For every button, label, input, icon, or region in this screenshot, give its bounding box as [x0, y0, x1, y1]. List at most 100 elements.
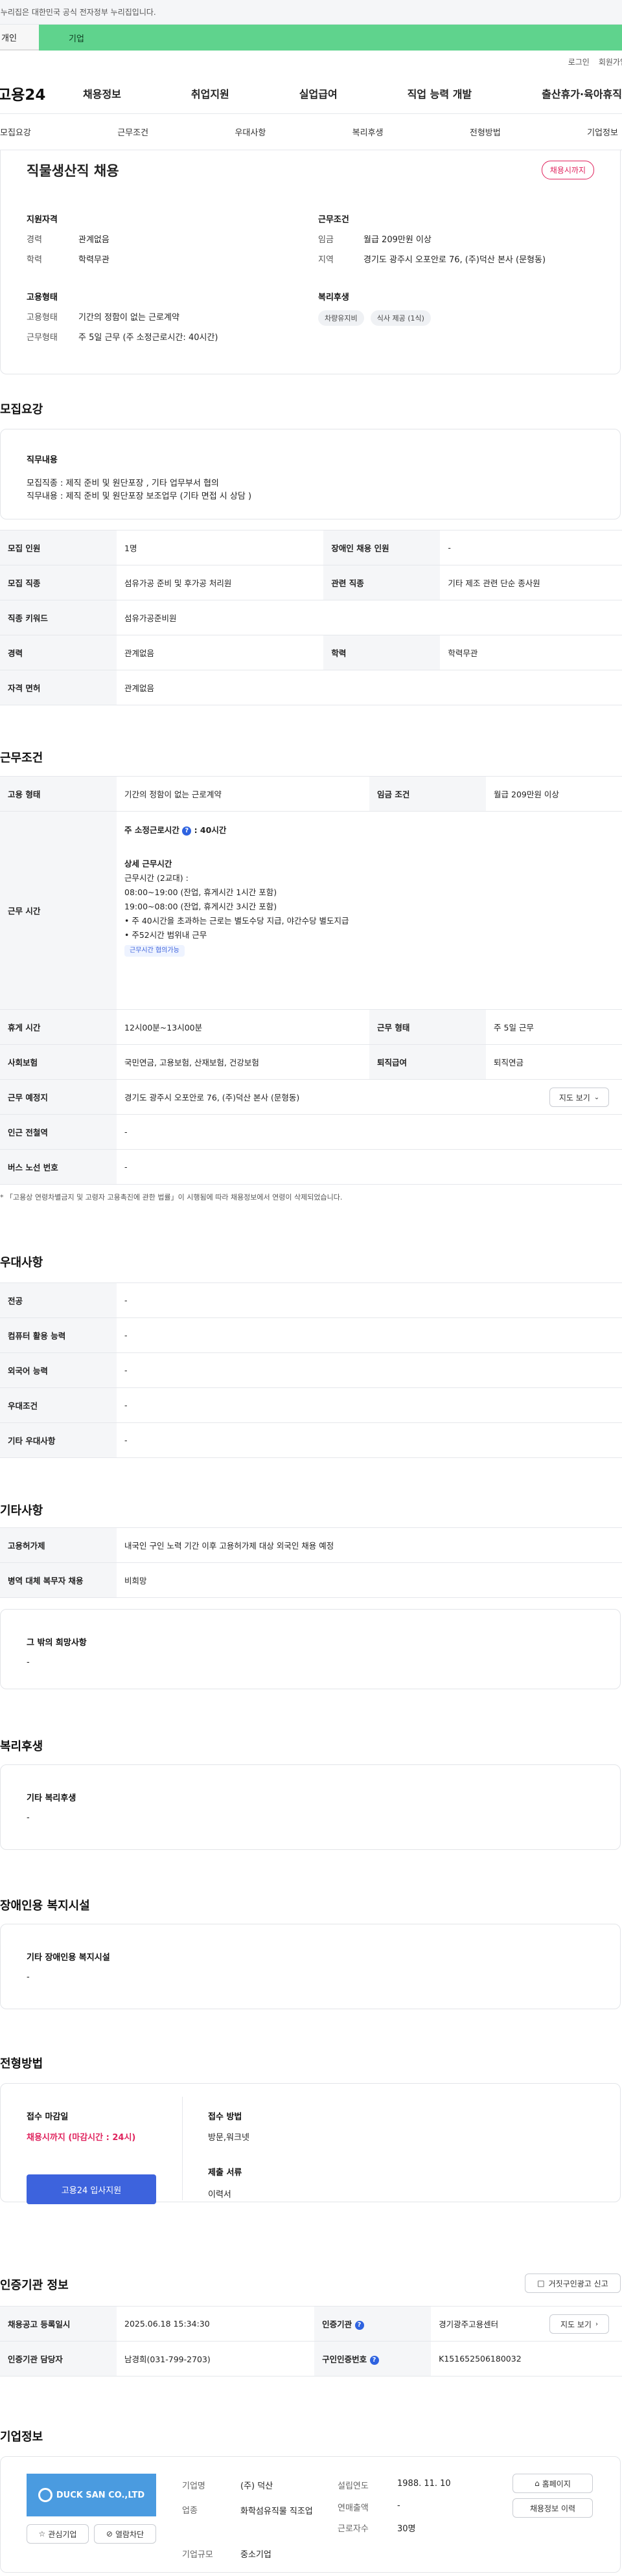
cell-value: 관계없음: [117, 635, 324, 670]
snb-company[interactable]: 기업정보: [587, 126, 618, 138]
cell-head: 인증기관 ?: [314, 2306, 432, 2342]
pref-title: 우대사항: [0, 1256, 43, 1270]
table-row: 고용 형태 기간의 정함이 없는 근로계약 임금 조건 월급 209만원 이상: [0, 776, 622, 812]
cell-value: 내국인 구인 노력 기간 이후 고용허가제 대상 외국인 채용 예정: [117, 1527, 622, 1563]
cell-head: 구인인증번호 ?: [314, 2341, 432, 2377]
report-button[interactable]: □ 거짓구인광고 신고: [525, 2274, 621, 2293]
deadline-title: 접수 마감일: [27, 2112, 69, 2122]
info-icon[interactable]: ?: [354, 2320, 364, 2330]
cert-map-button[interactable]: 지도 보기 ›: [549, 2314, 609, 2334]
cond-block: 근무조건 임금 월급 209만원 이상 지역 경기도 광주시 오포안로 76, (주…: [318, 212, 603, 265]
signup-link[interactable]: 회원가입: [599, 56, 622, 67]
hours-line: • 주 40시간을 초과하는 근로는 별도수당 지급, 야간수당 별도지급: [124, 916, 349, 926]
cell-value: 비희망: [117, 1562, 622, 1598]
company-name-label: 기업명: [182, 2481, 205, 2491]
homepage-button[interactable]: ⌂ 홈페이지: [513, 2474, 593, 2493]
global-nav: 고용24 채용정보 취업지원 실업급여 직업 능력 개발 출산휴가·육아휴직: [0, 73, 622, 114]
logo-text: DUCK SAN CO.,LTD: [56, 2490, 145, 2500]
cell-head: 기타 우대사항: [0, 1422, 117, 1458]
table-row: 채용공고 등록일시 2025.06.18 15:34:30 인증기관 ? 경기광주…: [0, 2306, 622, 2342]
docs-title: 제출 서류: [208, 2168, 242, 2178]
cell-head: 외국어 능력: [0, 1352, 117, 1388]
recruit-title: 모집요강: [0, 403, 43, 416]
map-button[interactable]: 지도 보기 ⌄: [549, 1088, 609, 1107]
cell-head: 학력: [323, 635, 441, 670]
table-row: 인증기관 담당자 남경희(031-799-2703) 구인인증번호 ? K1516…: [0, 2341, 622, 2377]
service-tabs: 개인 기업: [0, 25, 622, 51]
snb-screening[interactable]: 전형방법: [470, 126, 501, 138]
table-row: 기타 우대사항 -: [0, 1422, 622, 1458]
job-title: 직물생산직 채용: [27, 163, 119, 179]
pref-table: 전공 - 컴퓨터 활용 능력 - 외국어 능력 - 우대조건 - 기타 우대사항 -: [0, 1282, 622, 1458]
qual-block: 지원자격 경력 관계없음 학력 학력무관: [27, 212, 299, 265]
hours-tag: 근무시간 협의가능: [124, 945, 185, 957]
login-link[interactable]: 로그인: [568, 56, 590, 67]
cell-head: 버스 노선 번호: [0, 1149, 117, 1185]
cell-value: 2025.06.18 15:34:30: [117, 2306, 315, 2342]
welfare-tag: 식사 제공 (1식): [370, 310, 431, 326]
snb-pref[interactable]: 우대사항: [235, 126, 266, 138]
apply-button[interactable]: 고용24 입사지원: [27, 2174, 156, 2204]
qual-value: 학력무관: [78, 255, 109, 265]
star-icon: ☆: [38, 2529, 46, 2538]
gnb-item-jobs[interactable]: 채용정보: [83, 85, 121, 101]
hope-card: 그 밖의 희망사항 -: [0, 1609, 621, 1689]
cell-head: 채용공고 등록일시: [0, 2306, 117, 2342]
snb-work[interactable]: 근무조건: [117, 126, 148, 138]
site-logo[interactable]: 고용24: [0, 82, 80, 104]
cell-value: K151652506180032: [431, 2341, 622, 2377]
info-icon[interactable]: ?: [369, 2355, 379, 2365]
cell-value: 기간의 정함이 없는 근로계약: [117, 776, 370, 812]
duty-line: 직무내용 : 제직 준비 및 원단포장 보조업무 (기타 면접 시 상담 ): [27, 492, 252, 501]
company-card: DUCK SAN CO.,LTD ☆ 관심기업 ⊘ 열람차단 기업명 (주) 덕산 …: [0, 2456, 621, 2573]
homepage-label: 홈페이지: [542, 2479, 571, 2489]
table-row: 모집 직종 섬유가공 준비 및 후가공 처리원 관련 직종 기타 제조 관련 단순 …: [0, 565, 622, 600]
table-row: 근무 시간 주 소정근로시간 ? : 40시간 상세 근무시간 근무시간 (2교…: [0, 811, 622, 1010]
emp-title: 고용형태: [27, 293, 58, 302]
cell-value: -: [440, 530, 622, 565]
table-row: 컴퓨터 활용 능력 -: [0, 1317, 622, 1353]
cell-head: 전공: [0, 1282, 117, 1318]
block-company-button[interactable]: ⊘ 열람차단: [94, 2524, 156, 2544]
gnb-item-leave[interactable]: 출산휴가·육아휴직: [542, 85, 622, 101]
tab-personal[interactable]: 개인: [0, 25, 39, 51]
cert-title: 인증기관 정보: [0, 2279, 69, 2292]
cell-head: 고용허가제: [0, 1527, 117, 1563]
company-title: 기업정보: [0, 2430, 43, 2444]
cell-value: 1명: [117, 530, 324, 565]
cell-head: 근무 시간: [0, 811, 117, 1010]
emp-row: 고용형태 기간의 정함이 없는 근로계약: [27, 310, 299, 323]
welfare-tags: 차량유지비 식사 제공 (1식): [318, 310, 603, 326]
gnb-item-unemployment-benefit[interactable]: 실업급여: [299, 85, 338, 101]
disabled-value: -: [27, 1972, 30, 1982]
gnb-item-training[interactable]: 직업 능력 개발: [408, 85, 472, 101]
snb-welfare[interactable]: 복리후생: [352, 126, 384, 138]
info-icon[interactable]: ?: [182, 826, 192, 836]
table-row: 전공 -: [0, 1282, 622, 1318]
cell-value: -: [117, 1114, 622, 1150]
emp-row: 근무형태 주 5일 근무 (주 소정근로시간: 40시간): [27, 330, 299, 343]
cell-value: 섬유가공 준비 및 후가공 처리원: [117, 565, 324, 600]
industry-label: 업종: [182, 2506, 198, 2516]
table-row: 외국어 능력 -: [0, 1352, 622, 1388]
gov-banner-text: 이 누리집은 대한민국 공식 전자정부 누리집입니다.: [0, 8, 156, 17]
disabled-sub: 기타 장애인용 복지시설: [27, 1953, 110, 1963]
method-value: 방문,워크넷: [208, 2133, 249, 2143]
cell-head-label: 구인인증번호: [322, 2354, 367, 2364]
cell-head: 모집 직종: [0, 565, 117, 600]
tab-company[interactable]: 기업: [39, 25, 622, 51]
emp-value: 주 5일 근무 (주 소정근로시간: 40시간): [78, 333, 218, 343]
favorite-company-button[interactable]: ☆ 관심기업: [27, 2524, 89, 2544]
snb-recruit[interactable]: 모집요강: [0, 126, 31, 138]
qual-row: 학력 학력무관: [27, 253, 299, 265]
history-button[interactable]: 채용정보 이력: [513, 2498, 593, 2518]
cond-key: 지역: [318, 255, 334, 265]
cell-value: 남경희(031-799-2703): [117, 2341, 315, 2377]
chevron-down-icon: ⌄: [593, 1093, 600, 1101]
chevron-right-icon: ›: [595, 2320, 598, 2328]
deadline-badge: 채용시까지: [541, 161, 594, 179]
gnb-item-employment-support[interactable]: 취업지원: [191, 85, 229, 101]
cell-head: 컴퓨터 활용 능력: [0, 1317, 117, 1353]
cell-head: 우대조건: [0, 1387, 117, 1423]
table-row: 버스 노선 번호 -: [0, 1149, 622, 1185]
